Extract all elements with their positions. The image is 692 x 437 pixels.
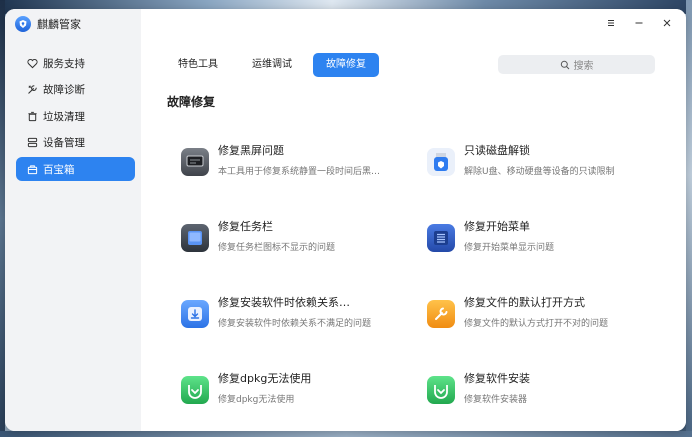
search-icon xyxy=(560,60,569,69)
device-icon xyxy=(26,137,38,149)
app-name: 麒麟管家 xyxy=(37,18,81,31)
tool-card-readonly-disk-unlock[interactable]: 只读磁盘解锁解除U盘、移动硬盘等设备的只读限制 xyxy=(427,142,657,182)
tool-card-fix-default-open[interactable]: 修复文件的默认打开方式修复文件的默认方式打开不对的问题 xyxy=(427,294,657,334)
wrench-icon xyxy=(26,84,38,96)
trash-icon xyxy=(26,110,38,122)
tool-description: 修复文件的默认方式打开不对的问题 xyxy=(464,319,609,329)
sidebar-item-toolbox[interactable]: 百宝箱 xyxy=(16,157,135,182)
tool-card-fix-start-menu[interactable]: 修复开始菜单修复开始菜单显示问题 xyxy=(427,218,657,258)
tab-bar: 特色工具 运维调试 故障修复 xyxy=(165,53,379,77)
dpkg-icon xyxy=(181,376,209,404)
tool-description: 本工具用于修复系统静置一段时间后黑… xyxy=(218,167,381,177)
sidebar-item-label: 服务支持 xyxy=(43,57,85,70)
tool-title: 修复开始菜单 xyxy=(464,220,530,233)
tool-title: 修复软件安装 xyxy=(464,372,530,385)
tool-title: 修复dpkg无法使用 xyxy=(218,372,312,385)
disk-unlock-icon xyxy=(427,148,455,176)
tool-title: 修复安装软件时依赖关系… xyxy=(218,296,350,309)
tool-description: 修复安装软件时依赖关系不满足的问题 xyxy=(218,319,372,329)
tool-card-fix-black-screen[interactable]: 修复黑屏问题本工具用于修复系统静置一段时间后黑… xyxy=(181,142,411,182)
desktop-wallpaper-right xyxy=(686,0,692,437)
tool-description: 修复软件安装器 xyxy=(464,395,528,405)
section-title: 故障修复 xyxy=(167,95,216,109)
search-input[interactable]: 搜索 xyxy=(498,55,655,74)
tool-title: 修复文件的默认打开方式 xyxy=(464,296,585,309)
tool-card-fix-dpkg[interactable]: 修复dpkg无法使用 修复dpkg无法使用 xyxy=(181,370,411,410)
sidebar-item-device-management[interactable]: 设备管理 xyxy=(16,131,135,155)
tool-description: 解除U盘、移动硬盘等设备的只读限制 xyxy=(464,167,615,177)
software-install-icon xyxy=(427,376,455,404)
window-controls xyxy=(604,16,674,30)
sidebar-item-service-support[interactable]: 服务支持 xyxy=(16,51,135,75)
tab-fault-repair[interactable]: 故障修复 xyxy=(313,53,379,77)
tool-title: 修复任务栏 xyxy=(218,220,273,233)
sidebar-item-label: 设备管理 xyxy=(43,137,85,150)
tool-card-fix-software-install[interactable]: 修复软件安装 修复软件安装器 xyxy=(427,370,657,410)
start-menu-icon xyxy=(427,224,455,252)
app-window: 麒麟管家 服务支持 故障诊断 垃圾清理 设备管理 百宝箱 特色工具 运维调试 故… xyxy=(5,9,686,431)
tool-card-fix-taskbar[interactable]: 修复任务栏修复任务栏图标不显示的问题 xyxy=(181,218,411,258)
toolbox-icon xyxy=(26,163,38,175)
open-with-icon xyxy=(427,300,455,328)
dependency-icon xyxy=(181,300,209,328)
sidebar: 麒麟管家 服务支持 故障诊断 垃圾清理 设备管理 百宝箱 xyxy=(5,9,141,431)
desktop-wallpaper-bottom xyxy=(0,431,692,437)
kylin-logo-icon xyxy=(15,16,31,32)
tool-title: 只读磁盘解锁 xyxy=(464,144,530,157)
search-placeholder: 搜索 xyxy=(573,61,594,72)
tool-description: 修复任务栏图标不显示的问题 xyxy=(218,243,336,253)
tool-title: 修复黑屏问题 xyxy=(218,144,284,157)
tab-ops-debug[interactable]: 运维调试 xyxy=(239,53,305,77)
tool-card-fix-dependencies[interactable]: 修复安装软件时依赖关系… 修复安装软件时依赖关系不满足的问题 xyxy=(181,294,411,334)
sidebar-item-fault-diagnosis[interactable]: 故障诊断 xyxy=(16,78,135,102)
tool-description: 修复dpkg无法使用 xyxy=(218,395,295,405)
heart-icon xyxy=(26,57,38,69)
menu-icon[interactable] xyxy=(604,16,618,30)
minimize-icon[interactable] xyxy=(632,16,646,30)
sidebar-item-label: 故障诊断 xyxy=(43,84,85,97)
main-panel: 特色工具 运维调试 故障修复 搜索 故障修复 修复黑屏问题本工具用于修复系统静置… xyxy=(141,9,686,431)
tool-description: 修复开始菜单显示问题 xyxy=(464,243,555,253)
black-screen-icon xyxy=(181,148,209,176)
taskbar-icon xyxy=(181,224,209,252)
tab-featured-tools[interactable]: 特色工具 xyxy=(165,53,231,77)
close-icon[interactable] xyxy=(660,16,674,30)
sidebar-item-label: 百宝箱 xyxy=(43,163,75,176)
app-title-bar: 麒麟管家 xyxy=(5,9,141,39)
sidebar-item-junk-cleanup[interactable]: 垃圾清理 xyxy=(16,104,135,128)
sidebar-item-label: 垃圾清理 xyxy=(43,110,85,123)
sidebar-nav: 服务支持 故障诊断 垃圾清理 设备管理 百宝箱 xyxy=(5,51,141,182)
